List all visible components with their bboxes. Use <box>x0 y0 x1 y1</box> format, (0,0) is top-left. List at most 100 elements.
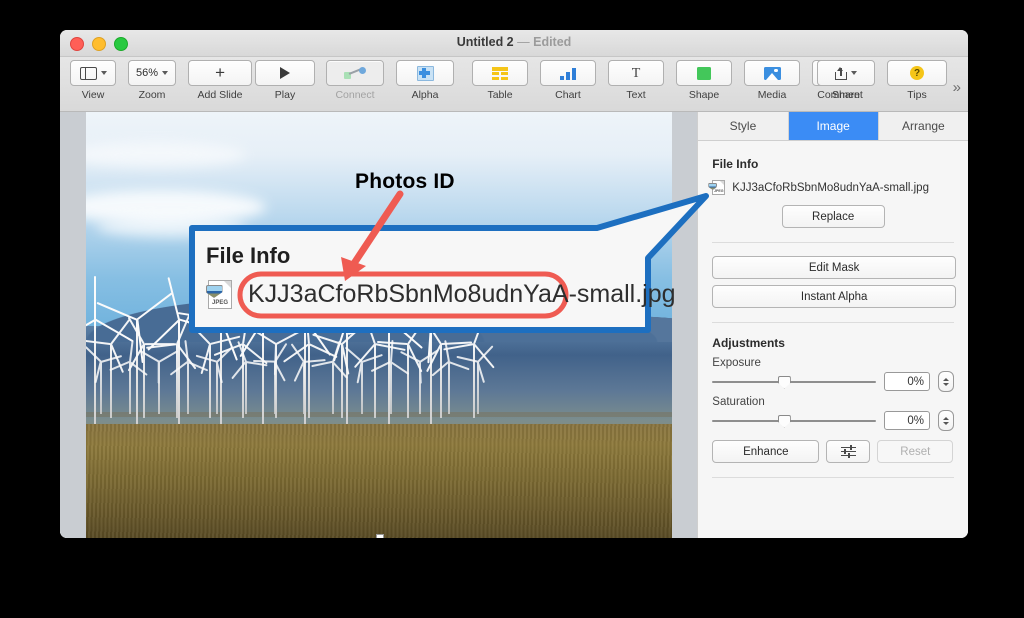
wind-turbine <box>195 346 234 414</box>
wind-turbine <box>311 340 349 414</box>
file-info-heading: File Info <box>712 157 759 171</box>
play-icon <box>280 67 290 79</box>
exposure-value[interactable]: 0% <box>884 372 930 391</box>
shape-button[interactable] <box>676 60 732 86</box>
turbine-mast <box>94 320 97 424</box>
keynote-window: Untitled 2 — Edited View 56% Zoom + Add … <box>60 30 968 538</box>
toolbar-item-table[interactable]: Table <box>472 60 528 101</box>
saturation-value[interactable]: 0% <box>884 411 930 430</box>
toolbar-item-alpha[interactable]: Alpha <box>396 60 454 101</box>
turbine-mast <box>390 362 392 414</box>
alpha-button[interactable] <box>396 60 454 86</box>
selection-handle-bottom[interactable] <box>376 534 384 538</box>
canvas-gutter-right <box>671 112 698 538</box>
chart-icon <box>559 67 577 80</box>
play-button[interactable] <box>255 60 315 86</box>
plus-icon: + <box>215 63 225 82</box>
zoom-level-value: 56% <box>136 67 159 79</box>
exposure-label: Exposure <box>712 357 761 369</box>
saturation-stepper[interactable] <box>938 410 954 431</box>
table-icon <box>492 66 508 80</box>
turbine-mast <box>100 362 102 414</box>
toolbar-item-share[interactable]: Share <box>817 60 875 101</box>
toolbar-label-share: Share <box>831 89 861 101</box>
table-button[interactable] <box>472 60 528 86</box>
toolbar-group-play: Play <box>255 60 315 101</box>
wind-turbine <box>282 312 338 418</box>
divider <box>712 322 954 323</box>
wind-turbine <box>127 316 176 418</box>
connect-button[interactable] <box>326 60 384 86</box>
wind-turbine <box>146 315 197 418</box>
canvas-gutter-left <box>60 112 86 538</box>
turbine-mast <box>129 362 131 414</box>
wind-turbine <box>347 276 423 424</box>
wind-turbine <box>109 340 148 414</box>
divider <box>712 477 954 478</box>
wind-turbine <box>252 343 288 414</box>
slider-thumb[interactable] <box>777 375 791 389</box>
toolbar-label-media: Media <box>757 89 787 101</box>
tips-button[interactable]: ? <box>887 60 947 86</box>
toolbar-item-play[interactable]: Play <box>255 60 315 101</box>
file-info-row: JPEG KJJ3aCfoRbSbnMo8udnYaA-small.jpg <box>708 180 954 195</box>
view-button[interactable] <box>70 60 116 86</box>
turbine-mast <box>245 362 247 414</box>
toolbar-item-shape[interactable]: Shape <box>676 60 732 101</box>
instant-alpha-button[interactable]: Instant Alpha <box>712 285 956 308</box>
toolbar-overflow-button[interactable]: » <box>953 79 961 96</box>
wind-turbine <box>86 276 134 424</box>
reset-button: Reset <box>877 440 954 463</box>
turbine-mast <box>209 344 211 418</box>
turbine-mast <box>361 362 363 414</box>
turbine-mast <box>110 344 112 418</box>
toolbar-group-insert: Table Chart T Text Shape Media Comment <box>472 60 868 101</box>
turbine-mast <box>187 362 189 414</box>
turbine-mast <box>440 344 442 418</box>
enhance-button[interactable]: Enhance <box>712 440 820 463</box>
edited-status: Edited <box>533 35 572 49</box>
edit-mask-button[interactable]: Edit Mask <box>712 256 956 279</box>
replace-button[interactable]: Replace <box>781 205 885 228</box>
exposure-control: Exposure 0% <box>712 357 954 392</box>
share-button[interactable] <box>817 60 875 86</box>
chevron-down-icon <box>100 71 107 75</box>
slide-content[interactable] <box>86 112 672 538</box>
media-button[interactable] <box>744 60 800 86</box>
cloud <box>96 216 246 238</box>
slider-thumb[interactable] <box>777 414 791 428</box>
wind-turbine <box>96 292 173 424</box>
tab-style[interactable]: Style <box>698 112 789 140</box>
exposure-slider[interactable] <box>712 375 876 389</box>
sidebar-tabs: Style Image Arrange <box>698 112 968 141</box>
slide-canvas[interactable] <box>60 112 698 538</box>
toolbar-item-media[interactable]: Media <box>744 60 800 101</box>
turbine-mast <box>303 362 305 414</box>
enhance-row: Enhance Reset <box>712 440 954 463</box>
text-button[interactable]: T <box>608 60 664 86</box>
tab-arrange[interactable]: Arrange <box>879 112 968 140</box>
zoom-button-toolbar[interactable]: 56% <box>128 60 177 86</box>
toolbar-item-view[interactable]: View <box>70 60 116 101</box>
add-slide-button[interactable]: + <box>188 60 253 86</box>
photo-road <box>86 412 672 417</box>
toolbar-item-chart[interactable]: Chart <box>540 60 596 101</box>
format-sidebar: Style Image Arrange File Info JPEG KJJ3a… <box>697 112 968 538</box>
wind-turbine <box>431 340 470 414</box>
toolbar-item-connect[interactable]: Connect <box>326 60 384 101</box>
mask-button-group: Edit Mask Instant Alpha <box>712 256 956 308</box>
toolbar-item-tips[interactable]: ? Tips <box>887 60 947 101</box>
tab-image[interactable]: Image <box>788 112 879 140</box>
toolbar-item-add-slide[interactable]: + Add Slide <box>188 60 253 101</box>
saturation-slider[interactable] <box>712 414 876 428</box>
adjust-options-button[interactable] <box>826 440 871 463</box>
toolbar-label-alpha: Alpha <box>411 89 439 101</box>
saturation-row: 0% <box>712 410 954 431</box>
exposure-stepper[interactable] <box>938 371 954 392</box>
wind-farm-image[interactable] <box>86 112 672 538</box>
jpeg-file-icon: JPEG <box>708 180 726 195</box>
chart-button[interactable] <box>540 60 596 86</box>
toolbar-item-zoom[interactable]: 56% Zoom <box>128 60 177 101</box>
toolbar-item-text[interactable]: T Text <box>608 60 664 101</box>
wind-turbine <box>443 314 495 418</box>
